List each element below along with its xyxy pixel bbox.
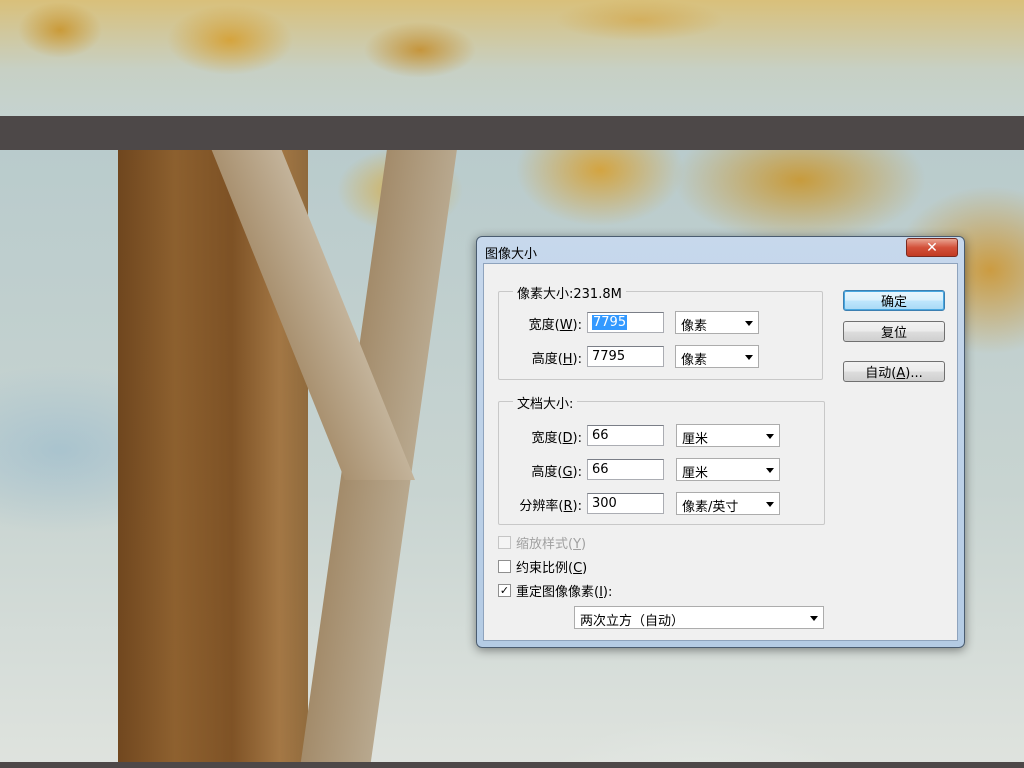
resample-method-select[interactable]: 两次立方（自动） [574,606,824,629]
background-painting-top [0,0,1024,116]
resolution-input[interactable]: 300 [587,493,664,514]
doc-height-unit-select[interactable]: 厘米 [676,458,780,481]
chevron-down-icon [766,434,774,439]
image-size-dialog: 图像大小 ✕ 像素大小:231.8M 宽度(W): 7795 像素 高度(H):… [476,236,965,648]
pixel-height-label: 高度(H): [531,352,582,367]
doc-height-unit: 厘米 [682,466,709,481]
checkmark-icon: ✓ [499,584,510,597]
resample-label: 重定图像像素(I): [516,585,613,600]
pixel-width-input[interactable]: 7795 [587,312,664,333]
pixel-dimensions-group: 像素大小:231.8M 宽度(W): 7795 像素 高度(H): 7795 像… [498,283,823,380]
ok-button[interactable]: 确定 [843,290,945,311]
doc-width-unit-select[interactable]: 厘米 [676,424,780,447]
pixel-height-input[interactable]: 7795 [587,346,664,367]
scale-styles-checkbox: 缩放样式(Y) [498,533,586,552]
dialog-client: 像素大小:231.8M 宽度(W): 7795 像素 高度(H): 7795 像… [483,263,958,641]
dialog-title: 图像大小 [485,247,538,262]
auto-button-label: 自动(A)... [865,366,923,381]
constrain-proportions-label: 约束比例(C) [516,561,588,576]
doc-width-unit: 厘米 [682,432,709,447]
chevron-down-icon [766,502,774,507]
constrain-proportions-box[interactable] [498,560,511,573]
dialog-titlebar[interactable]: 图像大小 ✕ [477,237,964,263]
pixel-height-value: 7795 [592,349,626,364]
doc-height-input[interactable]: 66 [587,459,664,480]
close-button[interactable]: ✕ [906,238,958,257]
document-size-legend: 文档大小: [513,393,578,412]
resolution-unit-select[interactable]: 像素/英寸 [676,492,780,515]
scale-styles-label: 缩放样式(Y) [516,537,587,552]
scale-styles-box [498,536,511,549]
auto-button[interactable]: 自动(A)... [843,361,945,382]
pixel-width-value: 7795 [592,315,628,330]
reset-button[interactable]: 复位 [843,321,945,342]
pixel-height-unit-select[interactable]: 像素 [675,345,759,368]
chevron-down-icon [745,355,753,360]
doc-height-value: 66 [592,462,609,477]
resample-checkbox[interactable]: ✓ 重定图像像素(I): [498,581,612,600]
chevron-down-icon [810,616,818,621]
pixel-width-label: 宽度(W): [528,318,582,333]
resample-box[interactable]: ✓ [498,584,511,597]
doc-width-value: 66 [592,428,609,443]
constrain-proportions-checkbox[interactable]: 约束比例(C) [498,557,587,576]
resolution-label: 分辨率(R): [519,499,582,514]
pixel-width-unit-select[interactable]: 像素 [675,311,759,334]
doc-height-label: 高度(G): [531,465,582,480]
pixel-dimensions-legend: 像素大小:231.8M [513,283,626,302]
pixel-height-unit: 像素 [681,353,708,368]
doc-width-input[interactable]: 66 [587,425,664,446]
doc-width-label: 宽度(D): [531,431,582,446]
resolution-unit: 像素/英寸 [682,500,739,515]
close-icon: ✕ [926,239,938,256]
resample-method: 两次立方（自动） [580,614,685,629]
resolution-value: 300 [592,496,617,511]
chevron-down-icon [766,468,774,473]
document-size-group: 文档大小: 宽度(D): 66 厘米 高度(G): 66 厘米 分辨率(R): … [498,393,825,525]
pixel-width-unit: 像素 [681,319,708,334]
divider-band [0,116,1024,150]
bottom-band [0,762,1024,768]
chevron-down-icon [745,321,753,326]
